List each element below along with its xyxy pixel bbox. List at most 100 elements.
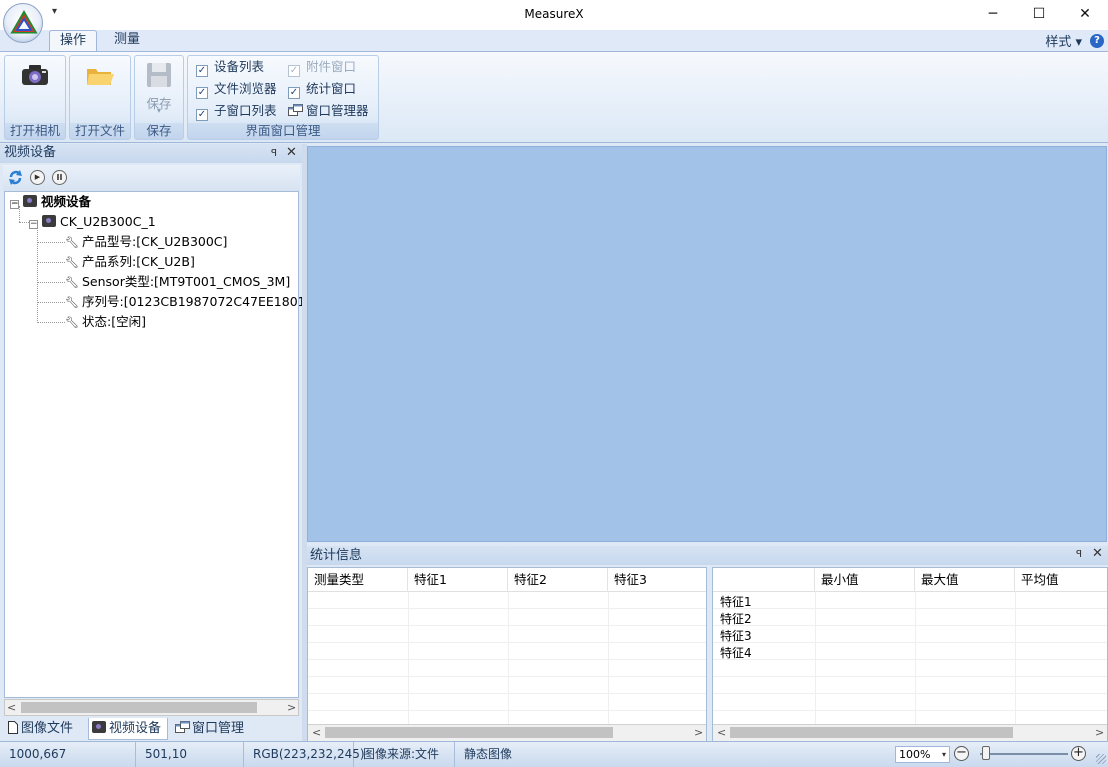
scroll-right-icon[interactable]: > [1095,725,1104,740]
checkbox-attachment-window: ✓ 附件窗口 [288,58,357,77]
pin-icon[interactable]: ꟼ [1076,549,1082,560]
tab-operation[interactable]: 操作 [49,30,97,52]
column-header [713,568,815,592]
window-manager-icon [288,104,303,116]
zoom-slider-track[interactable] [980,753,1068,755]
device-tree[interactable]: − 视频设备 − CK_U2B300C_1 🔧︎ 产品型号:[CK_U2B300C] … [4,191,322,698]
grid-body: 特征1 特征2 特征3 特征4 [713,592,1107,724]
tree-property-label: 产品系列:[CK_U2B] [82,254,195,269]
column-header[interactable]: 最小值 [815,568,915,592]
checkbox-label: 子窗口列表 [214,103,277,118]
scroll-right-icon[interactable]: > [694,725,703,740]
tree-property-node[interactable]: 🔧︎ Sensor类型:[MT9T001_CMOS_3M] [65,272,290,292]
scrollbar-thumb[interactable] [730,727,1013,738]
tree-property-node[interactable]: 🔧︎ 产品系列:[CK_U2B] [65,252,195,272]
chevron-down-icon: ▾ [941,750,946,759]
open-camera-group[interactable]: 打开相机 [4,55,66,140]
scrollbar-thumb[interactable] [325,727,613,738]
close-button[interactable]: ✕ [1062,0,1108,30]
video-device-panel-header: 视频设备 [0,144,302,163]
checkbox-file-browser[interactable]: ✓ 文件浏览器 [196,80,277,99]
checkbox-device-list[interactable]: ✓ 设备列表 [196,58,264,77]
collapse-icon[interactable]: − [10,200,19,209]
window-title: MeasureX [524,7,584,21]
tree-device-label: CK_U2B300C_1 [60,214,156,229]
tab-window-management[interactable]: 窗口管理 [172,718,244,740]
save-dropdown-arrow-icon[interactable]: ▾ [135,106,183,115]
tree-line [37,282,65,283]
zoom-select[interactable]: 100% ▾ [895,746,950,763]
zoom-out-button[interactable]: − [954,746,969,761]
style-menu[interactable]: 样式 ▾ [1045,31,1082,50]
check-icon: ✓ [288,65,300,77]
grid-horizontal-scrollbar[interactable]: < > [713,724,1107,741]
check-icon: ✓ [196,87,208,99]
column-header[interactable]: 特征3 [608,568,706,592]
app-logo-icon [10,10,38,34]
checkbox-subwindow-list[interactable]: ✓ 子窗口列表 [196,102,277,121]
checkbox-label: 附件窗口 [306,59,357,74]
scroll-left-icon[interactable]: < [717,725,726,740]
left-panel-tabs: 图像文件 视频设备 窗口管理 [0,718,302,740]
panel-close-icon[interactable]: ✕ [286,145,297,160]
play-icon[interactable]: ▶ [30,170,45,185]
camera-icon [92,721,106,733]
scroll-left-icon[interactable]: < [312,725,321,740]
collapse-icon[interactable]: − [29,220,38,229]
zoom-slider-thumb[interactable] [982,746,990,760]
column-header[interactable]: 平均值 [1015,568,1107,592]
resize-grip-icon[interactable] [1096,754,1106,764]
check-icon: ✓ [196,109,208,121]
refresh-icon[interactable] [8,170,23,185]
selection-size: 501,10 [136,742,244,767]
pin-icon[interactable]: ꟼ [271,148,277,159]
tree-property-label: 状态:[空闲] [82,314,146,329]
quick-access-dropdown[interactable]: ▾ [52,6,57,17]
pause-icon[interactable]: II [52,170,67,185]
camera-icon [23,195,37,207]
column-header[interactable]: 测量类型 [308,568,408,592]
wrench-icon: 🔧︎ [65,236,79,249]
row-label: 特征3 [720,629,752,643]
maximize-button[interactable]: ☐ [1016,0,1062,30]
save-disk-icon[interactable] [144,61,174,89]
measurement-type-grid[interactable]: 测量类型 特征1 特征2 特征3 < > [307,567,707,742]
checkbox-label: 统计窗口 [306,81,357,96]
grid-header: 测量类型 特征1 特征2 特征3 [308,568,706,592]
grid-body [308,592,706,724]
camera-icon [22,65,48,85]
feature-statistics-grid[interactable]: 最小值 最大值 平均值 特征1 特征2 特征3 特征4 < > [712,567,1108,742]
tab-measure[interactable]: 测量 [104,30,150,52]
tree-property-node[interactable]: 🔧︎ 产品型号:[CK_U2B300C] [65,232,227,252]
panel-close-icon[interactable]: ✕ [1092,546,1103,561]
image-workspace[interactable] [307,146,1107,542]
window-management-label: 界面窗口管理 [188,123,378,139]
tree-horizontal-scrollbar[interactable]: < > [4,699,299,716]
tree-property-node[interactable]: 🔧︎ 序列号:[0123CB1987072C47EE180119 [65,292,322,312]
open-file-group[interactable]: 打开文件 [69,55,131,140]
minimize-button[interactable]: ─ [970,0,1016,30]
tree-line [37,302,65,303]
column-header[interactable]: 特征2 [508,568,608,592]
column-header[interactable]: 特征1 [408,568,508,592]
window-manager-button[interactable]: 窗口管理器 [288,102,369,120]
tree-property-node[interactable]: 🔧︎ 状态:[空闲] [65,312,146,332]
scroll-right-icon[interactable]: > [287,700,296,715]
scrollbar-thumb[interactable] [21,702,257,713]
tree-device-node[interactable]: − CK_U2B300C_1 [29,212,156,232]
app-menu-button[interactable] [3,3,43,43]
zoom-value: 100% [899,748,931,761]
grid-horizontal-scrollbar[interactable]: < > [308,724,706,741]
checkbox-label: 文件浏览器 [214,81,277,96]
scroll-left-icon[interactable]: < [7,700,16,715]
camera-icon [42,215,56,227]
help-icon[interactable]: ? [1090,34,1104,48]
column-header[interactable]: 最大值 [915,568,1015,592]
tab-label: 窗口管理 [192,721,245,736]
zoom-in-button[interactable]: + [1071,746,1086,761]
checkbox-stats-window[interactable]: ✓ 统计窗口 [288,80,357,99]
tree-root-node[interactable]: − 视频设备 [10,192,91,212]
tab-image-files[interactable]: 图像文件 [5,718,73,740]
tab-video-devices[interactable]: 视频设备 [88,718,168,740]
ribbon-tab-row [0,30,1108,52]
